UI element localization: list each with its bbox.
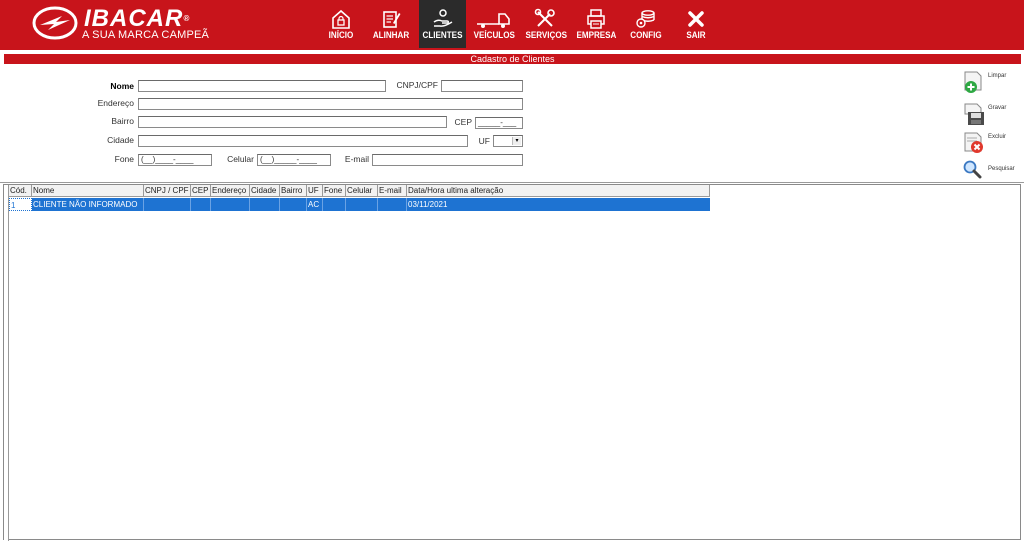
cell-data-hora[interactable]: 03/11/2021 — [407, 198, 710, 211]
column-header-cep[interactable]: CEP — [191, 185, 211, 197]
cell-bairro[interactable] — [280, 198, 307, 211]
cnpj-input[interactable] — [441, 80, 523, 92]
cell-email[interactable] — [378, 198, 407, 211]
printer-icon — [587, 9, 605, 29]
brand-tagline: A SUA MARCA CAMPEÃ — [82, 29, 210, 41]
nav-label: EMPRESA — [576, 30, 617, 41]
coins-gear-icon — [636, 10, 655, 28]
label-fone: Fone — [114, 154, 134, 164]
cell-endereco[interactable] — [211, 198, 250, 211]
hand-person-icon — [433, 9, 452, 27]
nav-sair[interactable]: SAIR — [676, 0, 716, 48]
nav-config[interactable]: CONFIG — [625, 0, 667, 48]
magnifier-icon — [963, 160, 982, 179]
limpar-button[interactable]: Limpar — [962, 70, 1012, 94]
limpar-label: Limpar — [988, 73, 1007, 79]
cell-cep[interactable] — [191, 198, 211, 211]
bairro-input[interactable] — [138, 116, 447, 128]
label-cep: CEP — [454, 117, 472, 127]
nav-label: INÍCIO — [328, 30, 354, 41]
column-header-fone[interactable]: Fone — [323, 185, 346, 197]
cell-cnpj[interactable] — [144, 198, 191, 211]
nav-label: VEÍCULOS — [473, 30, 515, 41]
email-input[interactable] — [372, 154, 523, 166]
cep-input[interactable]: _____-___ — [475, 117, 523, 129]
save-disk-icon — [964, 103, 984, 125]
column-header-bairro[interactable]: Bairro — [280, 185, 307, 197]
excluir-label: Excluir — [988, 134, 1007, 140]
column-header-cnpj[interactable]: CNPJ / CPF — [144, 185, 191, 197]
cell-cod[interactable]: 1 — [9, 198, 32, 211]
nome-input[interactable] — [138, 80, 386, 92]
endereco-input[interactable] — [138, 98, 523, 110]
cell-cidade[interactable] — [250, 198, 280, 211]
nav-veiculos[interactable]: VEÍCULOS — [470, 0, 518, 48]
column-header-cod[interactable]: Cód. — [9, 185, 32, 197]
brand-name: IBACAR — [84, 5, 184, 32]
nav-label: CONFIG — [630, 30, 662, 41]
clients-grid[interactable]: Cód. Nome CNPJ / CPF CEP Endereço Cidade… — [3, 184, 1021, 541]
top-bar: IBACAR® A SUA MARCA CAMPEÃ INÍCIO ALINHA… — [0, 0, 1024, 48]
column-header-data-hora[interactable]: Data/Hora ultima alteração — [407, 185, 710, 197]
cell-uf[interactable]: AC — [307, 198, 323, 211]
column-header-celular[interactable]: Celular — [346, 185, 378, 197]
cell-celular[interactable] — [346, 198, 378, 211]
header-divider — [0, 48, 1024, 50]
column-header-uf[interactable]: UF — [307, 185, 323, 197]
truck-icon — [477, 13, 510, 28]
brand-logo-icon — [32, 6, 78, 40]
uf-select[interactable]: ▾ — [493, 135, 523, 147]
fone-input[interactable]: (__)____-____ — [138, 154, 212, 166]
nav-label: SAIR — [686, 30, 706, 41]
edit-document-icon — [383, 11, 401, 28]
nav-label: SERVIÇOS — [525, 30, 568, 41]
cidade-input[interactable] — [138, 135, 468, 147]
brand-logo: IBACAR® A SUA MARCA CAMPEÃ — [32, 5, 232, 43]
nav-inicio[interactable]: INÍCIO — [320, 0, 362, 48]
column-header-endereco[interactable]: Endereço — [211, 185, 250, 197]
nav-alinhar[interactable]: ALINHAR — [369, 0, 413, 48]
document-delete-icon — [964, 132, 983, 153]
label-nome: Nome — [110, 81, 134, 91]
label-email: E-mail — [344, 154, 369, 164]
column-header-email[interactable]: E-mail — [378, 185, 407, 197]
chevron-down-icon[interactable]: ▾ — [512, 137, 521, 145]
pesquisar-label: Pesquisar — [988, 166, 1015, 172]
nav-empresa[interactable]: EMPRESA — [573, 0, 619, 48]
gravar-button[interactable]: Gravar — [962, 102, 1012, 126]
label-bairro: Bairro — [111, 116, 134, 126]
nav-label: ALINHAR — [372, 30, 410, 41]
gravar-label: Gravar — [988, 105, 1007, 111]
label-cnpj: CNPJ/CPF — [396, 80, 438, 90]
label-cidade: Cidade — [107, 135, 134, 145]
tools-icon — [534, 8, 555, 27]
column-header-nome[interactable]: Nome — [32, 185, 144, 197]
label-endereco: Endereço — [97, 98, 134, 108]
column-header-cidade[interactable]: Cidade — [250, 185, 280, 197]
home-lock-icon — [332, 9, 350, 29]
close-x-icon — [688, 11, 704, 27]
nav-servicos[interactable]: SERVIÇOS — [522, 0, 568, 48]
row-indicator-column — [4, 185, 9, 541]
section-divider — [0, 182, 1024, 183]
cell-fone[interactable] — [323, 198, 346, 211]
document-add-icon — [964, 71, 982, 93]
form-title: Cadastro de Clientes — [4, 54, 1021, 64]
pesquisar-button[interactable]: Pesquisar — [962, 159, 1015, 183]
nav-label: CLIENTES — [422, 30, 463, 41]
excluir-button[interactable]: Excluir — [962, 131, 1012, 155]
label-uf: UF — [478, 136, 490, 146]
cell-nome[interactable]: CLIENTE NÃO INFORMADO — [32, 198, 144, 211]
nav-clientes[interactable]: CLIENTES — [419, 0, 466, 48]
celular-input[interactable]: (__)_____-____ — [257, 154, 331, 166]
table-row[interactable]: 1 CLIENTE NÃO INFORMADO AC 03/11/2021 — [9, 198, 710, 211]
label-celular: Celular — [227, 154, 254, 164]
